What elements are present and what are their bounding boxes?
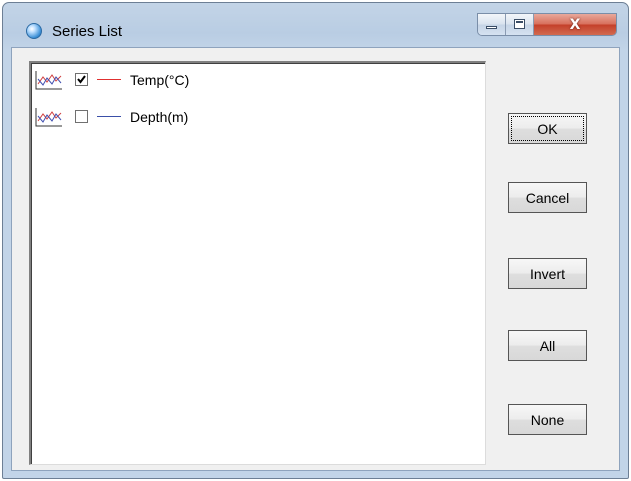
window-title: Series List <box>52 23 123 40</box>
caption-buttons: X <box>477 13 617 36</box>
close-icon: X <box>569 16 581 33</box>
close-button[interactable]: X <box>534 14 616 35</box>
none-button[interactable]: None <box>508 404 587 435</box>
series-line-swatch <box>97 116 121 117</box>
dialog-client-area: Temp(°C) Depth(m) OK Cancel Invert All N… <box>11 47 620 471</box>
line-chart-icon <box>35 108 62 127</box>
maximize-button[interactable] <box>506 14 534 35</box>
all-button[interactable]: All <box>508 330 587 361</box>
invert-button[interactable]: Invert <box>508 258 587 289</box>
series-row-depth[interactable]: Depth(m) <box>35 106 475 128</box>
series-listbox[interactable]: Temp(°C) Depth(m) <box>29 61 486 465</box>
maximize-icon <box>514 19 525 29</box>
series-label: Temp(°C) <box>130 72 190 88</box>
series-label: Depth(m) <box>130 109 189 125</box>
series-checkbox[interactable] <box>75 110 88 123</box>
minimize-icon <box>486 26 497 29</box>
title-bar[interactable]: Series List X <box>3 3 628 47</box>
globe-icon <box>26 23 42 39</box>
series-list-dialog: Series List X Temp(°C) Depth(m) OK Cance… <box>2 2 629 479</box>
checkmark-icon <box>77 75 86 84</box>
series-line-swatch <box>97 79 121 80</box>
series-checkbox[interactable] <box>75 73 88 86</box>
minimize-button[interactable] <box>478 14 506 35</box>
line-chart-icon <box>35 71 62 90</box>
ok-button[interactable]: OK <box>508 113 587 144</box>
cancel-button[interactable]: Cancel <box>508 182 587 213</box>
series-row-temp[interactable]: Temp(°C) <box>35 69 475 91</box>
